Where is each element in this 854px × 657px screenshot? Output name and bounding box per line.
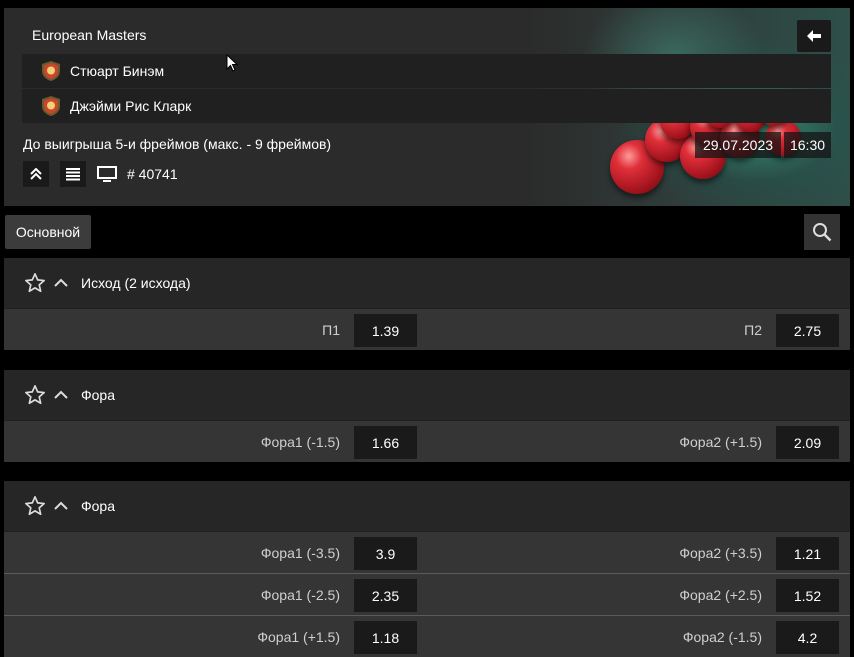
chevron-up-icon[interactable] — [54, 278, 68, 288]
market-row: Фора1 (-1.5) 1.66 Фора2 (+1.5) 2.09 — [4, 420, 850, 462]
event-id: # 40741 — [127, 166, 178, 182]
outcome-label: Фора2 (+1.5) — [679, 434, 762, 450]
chevron-up-icon[interactable] — [54, 501, 68, 511]
market-row: Фора1 (-3.5) 3.9 Фора2 (+3.5) 1.21 — [4, 531, 850, 573]
outcome-label: Фора1 (-3.5) — [260, 545, 340, 561]
team-shield-icon — [42, 96, 60, 116]
market-handicap-frames: Фора Фора1 (-3.5) 3.9 Фора2 (+3.5) 1.21 … — [4, 481, 850, 657]
header-toolbar: # 40741 — [23, 161, 178, 187]
team-shield-icon — [42, 61, 60, 81]
odd-button[interactable]: 1.39 — [354, 314, 417, 347]
tab-main[interactable]: Основной — [5, 215, 91, 249]
back-button[interactable] — [797, 20, 831, 52]
odd-button[interactable]: 1.21 — [776, 537, 839, 570]
stats-button[interactable] — [60, 161, 86, 187]
odd-button[interactable]: 1.18 — [354, 621, 417, 654]
league-name: European Masters — [32, 27, 147, 43]
team-name: Джэйми Рис Кларк — [70, 98, 192, 114]
outcome-label: Фора2 (+3.5) — [679, 545, 762, 561]
odd-button[interactable]: 1.66 — [354, 426, 417, 459]
monitor-icon[interactable] — [97, 166, 117, 182]
outcome-label: Фора2 (+2.5) — [679, 587, 762, 603]
market-header: Фора — [4, 370, 850, 420]
outcome-label: Фора2 (-1.5) — [682, 629, 762, 645]
match-time: 16:30 — [784, 132, 831, 158]
odd-button[interactable]: 2.09 — [776, 426, 839, 459]
list-icon — [66, 167, 80, 180]
collapse-button[interactable] — [23, 161, 49, 187]
arrow-left-icon — [807, 30, 821, 42]
outcome-label: Фора1 (+1.5) — [257, 629, 340, 645]
market-outcome: Исход (2 исхода) П1 1.39 П2 2.75 — [4, 258, 850, 350]
star-outline-icon[interactable] — [24, 384, 46, 406]
market-header: Исход (2 исхода) — [4, 258, 850, 308]
team-row-away: Джэйми Рис Кларк — [22, 89, 831, 123]
outcome-label: П2 — [744, 322, 762, 338]
double-chevron-up-icon — [30, 168, 42, 180]
mouse-cursor-icon — [226, 54, 238, 72]
market-title: Фора — [81, 498, 116, 514]
search-icon — [813, 223, 832, 242]
outcome-label: Фора1 (-2.5) — [260, 587, 340, 603]
market-title: Фора — [81, 387, 116, 403]
star-outline-icon[interactable] — [24, 272, 46, 294]
search-button[interactable] — [804, 214, 840, 250]
market-handicap: Фора Фора1 (-1.5) 1.66 Фора2 (+1.5) 2.09 — [4, 370, 850, 462]
event-header: European Masters Стюарт Бинэм Джэйми Рис… — [4, 8, 850, 206]
star-outline-icon[interactable] — [24, 495, 46, 517]
odd-button[interactable]: 4.2 — [776, 621, 839, 654]
market-row: П1 1.39 П2 2.75 — [4, 308, 850, 350]
odd-button[interactable]: 3.9 — [354, 537, 417, 570]
odd-button[interactable]: 2.75 — [776, 314, 839, 347]
odd-button[interactable]: 1.52 — [776, 579, 839, 612]
team-name: Стюарт Бинэм — [70, 63, 165, 79]
match-date: 29.07.2023 — [695, 132, 781, 158]
market-row: Фора1 (+1.5) 1.18 Фора2 (-1.5) 4.2 — [4, 615, 850, 657]
market-row: Фора1 (-2.5) 2.35 Фора2 (+2.5) 1.52 — [4, 573, 850, 615]
market-title: Исход (2 исхода) — [81, 275, 191, 291]
outcome-label: П1 — [322, 322, 340, 338]
market-header: Фора — [4, 481, 850, 531]
odd-button[interactable]: 2.35 — [354, 579, 417, 612]
chevron-up-icon[interactable] — [54, 390, 68, 400]
outcome-label: Фора1 (-1.5) — [260, 434, 340, 450]
match-condition: До выигрыша 5-и фреймов (макс. - 9 фрейм… — [23, 136, 332, 152]
team-row-home: Стюарт Бинэм — [22, 54, 831, 88]
